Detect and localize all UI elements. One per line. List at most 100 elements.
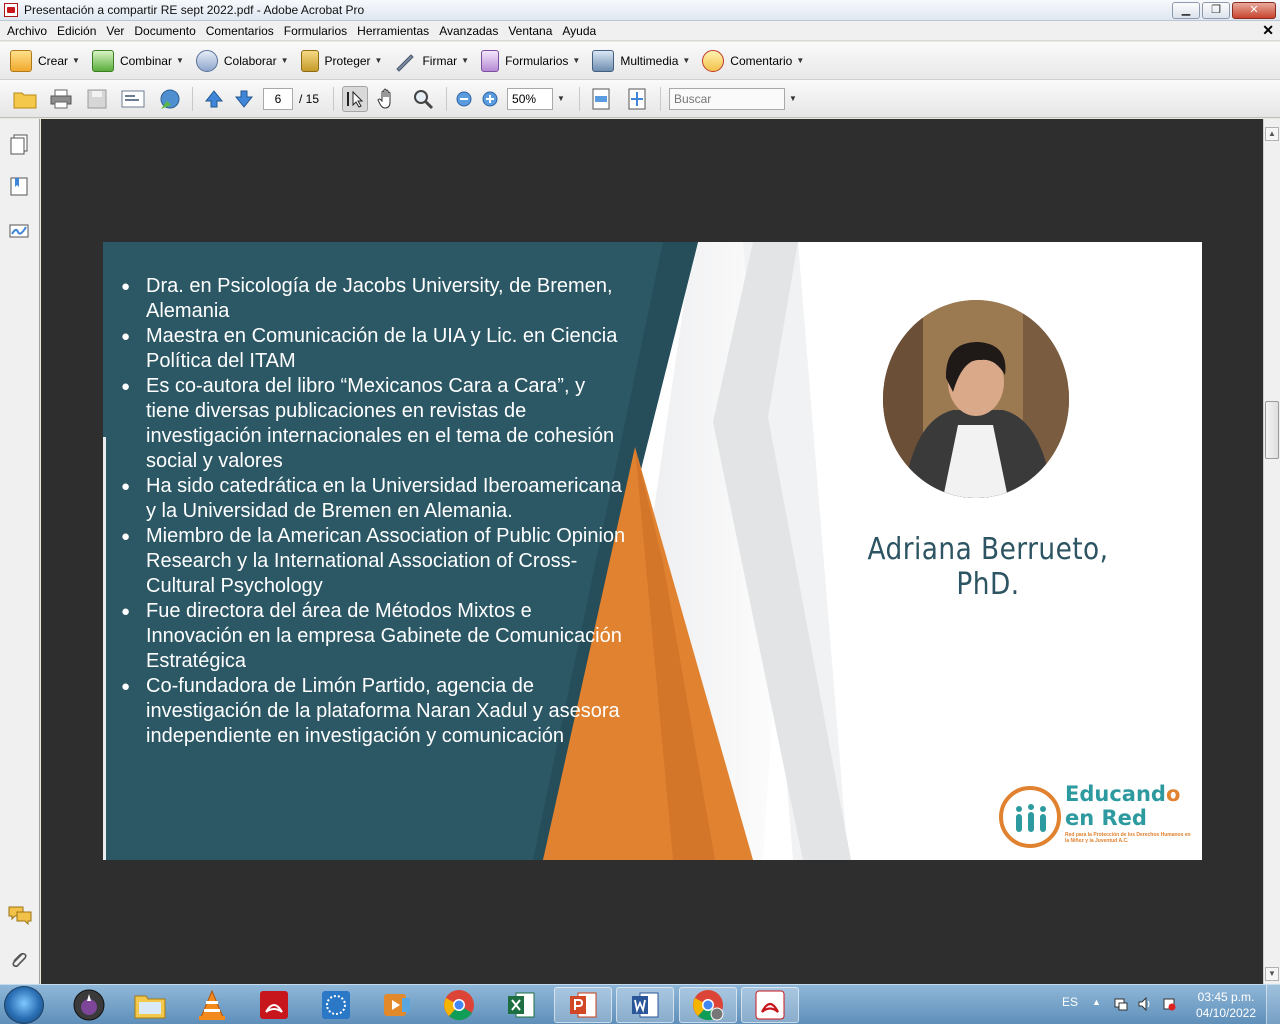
- email-icon[interactable]: [120, 86, 146, 112]
- show-hidden-icons-icon[interactable]: ▲: [1092, 997, 1106, 1011]
- window-controls: ▁ ❐ ✕: [1172, 2, 1276, 19]
- maximize-button[interactable]: ❐: [1202, 2, 1230, 19]
- taskbar-chrome[interactable]: [430, 987, 488, 1023]
- taskbar-word[interactable]: [616, 987, 674, 1023]
- menu-comentarios[interactable]: Comentarios: [201, 24, 279, 38]
- task-multimedia[interactable]: Multimedia ▼: [592, 46, 690, 76]
- taskbar-tor-browser[interactable]: [60, 987, 118, 1023]
- bio-bullet-list: Dra. en Psicología de Jacobs University,…: [121, 274, 631, 749]
- logo-tagline: Red para la Protección de los Derechos H…: [1065, 832, 1191, 844]
- list-item: Dra. en Psicología de Jacobs University,…: [121, 274, 631, 324]
- zoom-level-input[interactable]: 50%: [507, 87, 554, 110]
- menu-herramientas[interactable]: Herramientas: [352, 24, 434, 38]
- taskbar-acrobat-reader[interactable]: [245, 987, 303, 1023]
- start-button[interactable]: [4, 986, 44, 1024]
- task-formularios[interactable]: Formularios ▼: [481, 46, 580, 76]
- presenter-name: Adriana Berrueto, PhD.: [867, 532, 1109, 602]
- vertical-scrollbar[interactable]: ▲ ▼: [1263, 119, 1280, 984]
- collaborate-icon: [195, 49, 218, 72]
- taskbar-chrome-profile[interactable]: [679, 987, 737, 1023]
- bookmarks-panel-icon[interactable]: [8, 175, 30, 197]
- taskbar-vlc[interactable]: [183, 987, 241, 1023]
- navigation-panel: [0, 119, 40, 984]
- taskbar-app-blue[interactable]: [307, 987, 365, 1023]
- navigation-toolbar: 6 / 15 50% ▼ Buscar ▼: [0, 80, 1280, 118]
- zoom-in-icon[interactable]: [481, 86, 499, 112]
- task-crear[interactable]: Crear ▼: [10, 46, 80, 76]
- title-bar: Presentación a compartir RE sept 2022.pd…: [0, 0, 1280, 21]
- taskbar-media-player[interactable]: [368, 987, 426, 1023]
- task-combinar[interactable]: Combinar ▼: [91, 46, 184, 76]
- menu-ver[interactable]: Ver: [101, 24, 129, 38]
- taskbar-file-explorer[interactable]: [121, 987, 179, 1023]
- taskbar-powerpoint[interactable]: [554, 987, 612, 1023]
- fit-width-icon[interactable]: [624, 86, 650, 112]
- language-indicator[interactable]: ES: [1062, 995, 1078, 1009]
- menu-archivo[interactable]: Archivo: [2, 24, 52, 38]
- taskbar-excel[interactable]: [492, 987, 550, 1023]
- clock-time: 03:45 p.m.: [1197, 990, 1255, 1004]
- multimedia-icon: [592, 49, 615, 72]
- logo-figures-icon: [1016, 804, 1046, 832]
- close-button[interactable]: ✕: [1232, 2, 1276, 19]
- logo-line-2: en Red: [1065, 806, 1147, 830]
- menu-ventana[interactable]: Ventana: [503, 24, 557, 38]
- chrome-profile-icon: [693, 990, 724, 1021]
- save-icon[interactable]: [84, 86, 110, 112]
- folder-icon: [134, 995, 166, 1019]
- scroll-thumb[interactable]: [1265, 401, 1279, 459]
- slide-page: Dra. en Psicología de Jacobs University,…: [103, 242, 1202, 860]
- open-folder-icon[interactable]: [12, 86, 38, 112]
- system-clock[interactable]: 03:45 p.m. 04/10/2022: [1190, 989, 1262, 1021]
- task-combinar-label: Combinar: [119, 53, 172, 68]
- network-icon[interactable]: [1114, 997, 1128, 1011]
- search-input[interactable]: Buscar: [668, 87, 785, 110]
- web-upload-icon[interactable]: [156, 86, 182, 112]
- minimize-button[interactable]: ▁: [1172, 2, 1200, 19]
- taskbar-acrobat-pro[interactable]: [741, 987, 799, 1023]
- task-colaborar[interactable]: Colaborar ▼: [195, 46, 289, 76]
- document-area[interactable]: Dra. en Psicología de Jacobs University,…: [41, 119, 1263, 984]
- signatures-panel-icon[interactable]: [8, 219, 30, 241]
- task-firmar[interactable]: Firmar ▼: [394, 46, 469, 76]
- tasks-toolbar: Crear ▼ Combinar ▼ Colaborar ▼ Proteger ▼ Fi…: [0, 42, 1280, 80]
- menu-bar: Archivo Edición Ver Documento Comentario…: [0, 21, 1280, 41]
- action-center-icon[interactable]: [1162, 997, 1176, 1011]
- print-icon[interactable]: [48, 86, 74, 112]
- pages-panel-icon[interactable]: [8, 133, 30, 155]
- select-tool-icon[interactable]: [342, 85, 369, 112]
- tor-browser-icon: [73, 989, 105, 1021]
- hand-tool-icon[interactable]: [374, 86, 400, 112]
- logo-line-1: Educando: [1065, 782, 1180, 806]
- task-proteger[interactable]: Proteger ▼: [300, 46, 382, 76]
- educando-en-red-logo: Educando en Red Red para la Protección d…: [999, 782, 1199, 852]
- previous-page-icon[interactable]: [201, 86, 227, 112]
- menu-ayuda[interactable]: Ayuda: [557, 24, 601, 38]
- show-desktop-button[interactable]: [1266, 985, 1280, 1024]
- chevron-down-icon: ▼: [796, 56, 805, 65]
- clock-date: 04/10/2022: [1195, 1006, 1257, 1020]
- page-number-input[interactable]: 6: [263, 87, 293, 110]
- close-document-icon[interactable]: ✕: [1262, 22, 1274, 39]
- menu-edicion[interactable]: Edición: [52, 24, 101, 38]
- search-dropdown-icon[interactable]: ▼: [789, 94, 797, 103]
- task-comentario[interactable]: Comentario ▼: [702, 46, 804, 76]
- next-page-icon[interactable]: [231, 86, 257, 112]
- scroll-down-icon[interactable]: ▼: [1265, 967, 1279, 981]
- menu-formularios[interactable]: Formularios: [279, 24, 352, 38]
- list-item: Fue directora del área de Métodos Mixtos…: [121, 599, 631, 674]
- zoom-dropdown-icon[interactable]: ▼: [557, 94, 565, 103]
- chevron-down-icon: ▼: [280, 56, 289, 65]
- volume-icon[interactable]: [1138, 996, 1152, 1012]
- media-player-icon: [384, 994, 410, 1016]
- task-proteger-label: Proteger: [324, 53, 371, 68]
- zoom-tool-icon[interactable]: [410, 86, 436, 112]
- scroll-up-icon[interactable]: ▲: [1265, 127, 1279, 141]
- attachments-panel-icon[interactable]: [8, 949, 30, 971]
- fit-page-icon[interactable]: [588, 86, 614, 112]
- menu-avanzadas[interactable]: Avanzadas: [434, 24, 503, 38]
- menu-documento[interactable]: Documento: [129, 24, 200, 38]
- toolbar-separator: [578, 86, 580, 111]
- zoom-out-icon[interactable]: [455, 86, 473, 112]
- comments-panel-icon[interactable]: [8, 905, 32, 927]
